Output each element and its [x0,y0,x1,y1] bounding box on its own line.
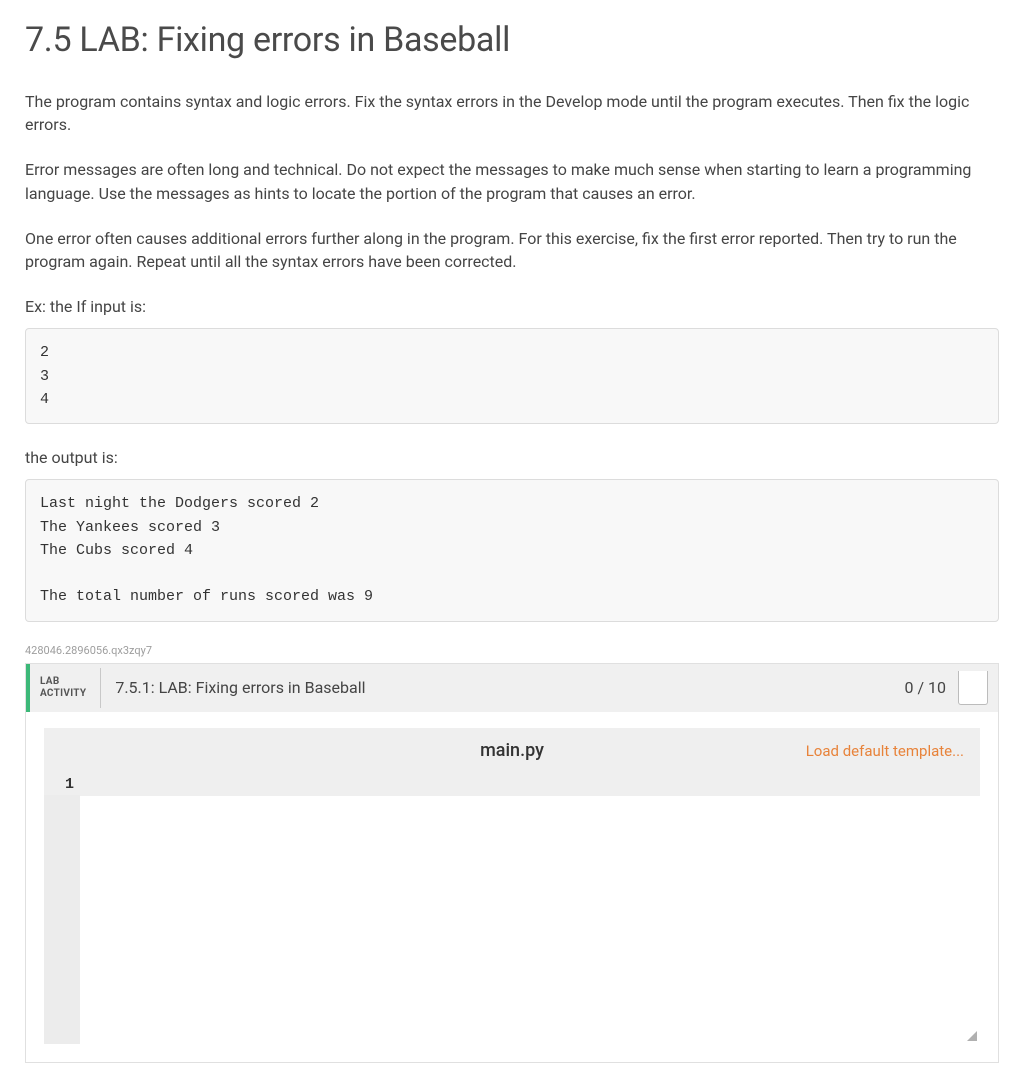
code-input-wrapper [80,774,980,1044]
editor-gutter: 1 [44,774,80,1044]
page-title: 7.5 LAB: Fixing errors in Baseball [25,20,999,60]
lab-title: 7.5.1: LAB: Fixing errors in Baseball [101,678,904,697]
lab-activity-badge: LAB ACTIVITY [30,668,101,708]
line-number-1: 1 [44,774,80,795]
example-output-block: Last night the Dodgers scored 2 The Yank… [25,479,999,621]
editor-header: main.py Load default template... [44,728,980,774]
code-input[interactable] [80,774,980,1044]
intro-paragraph-1: The program contains syntax and logic er… [25,90,999,136]
content-hash: 428046.2896056.qx3zqy7 [25,644,999,657]
lab-score: 0 / 10 [904,678,958,697]
lab-activity-label-line1: LAB [40,676,86,688]
lab-activity-container: LAB ACTIVITY 7.5.1: LAB: Fixing errors i… [25,663,999,1063]
intro-paragraph-2: Error messages are often long and techni… [25,158,999,204]
intro-paragraph-3: One error often causes additional errors… [25,227,999,273]
example-output-label: the output is: [25,446,999,469]
editor-filename: main.py [480,740,544,761]
example-input-block: 2 3 4 [25,328,999,424]
lab-score-badge-icon [958,671,988,705]
lab-header: LAB ACTIVITY 7.5.1: LAB: Fixing errors i… [26,664,998,712]
code-editor: 1 [44,774,980,1044]
lab-activity-label-line2: ACTIVITY [40,688,86,700]
resize-handle-icon[interactable] [966,1030,978,1042]
lab-body: main.py Load default template... 1 [26,712,998,1062]
example-input-label: Ex: the If input is: [25,295,999,318]
load-default-template-link[interactable]: Load default template... [806,742,964,760]
